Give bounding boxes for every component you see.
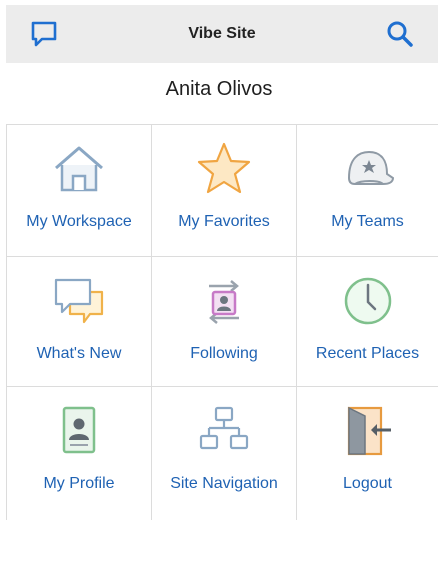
tile-label: Logout <box>343 475 392 492</box>
tile-label: Site Navigation <box>170 475 278 492</box>
tile-label: Following <box>190 345 258 362</box>
search-icon[interactable] <box>384 18 416 50</box>
tile-label: Recent Places <box>315 345 420 362</box>
app-title: Vibe Site <box>188 25 256 42</box>
tile-label: My Teams <box>331 213 404 230</box>
home-icon <box>49 139 109 199</box>
tile-my-profile[interactable]: My Profile <box>6 387 152 520</box>
tile-following[interactable]: Following <box>152 257 297 387</box>
user-name: Anita Olivos <box>165 78 273 100</box>
tile-whats-new[interactable]: What's New <box>6 257 152 387</box>
tile-my-teams[interactable]: My Teams <box>297 125 438 257</box>
sitemap-icon <box>194 401 254 461</box>
top-bar: Vibe Site <box>6 5 438 63</box>
tile-recent-places[interactable]: Recent Places <box>297 257 438 387</box>
tile-logout[interactable]: Logout <box>297 387 438 520</box>
logout-door-icon <box>338 401 398 461</box>
menu-grid: My Workspace My Favorites My Teams What'… <box>6 124 438 520</box>
team-cap-icon <box>338 139 398 199</box>
tile-label: My Favorites <box>178 213 270 230</box>
tile-label: What's New <box>36 345 122 362</box>
chat-icon[interactable] <box>28 18 60 50</box>
tile-site-navigation[interactable]: Site Navigation <box>152 387 297 520</box>
star-icon <box>194 139 254 199</box>
tile-my-workspace[interactable]: My Workspace <box>6 125 152 257</box>
clock-icon <box>338 271 398 331</box>
tile-label: My Profile <box>43 475 115 492</box>
following-icon <box>194 271 254 331</box>
tile-my-favorites[interactable]: My Favorites <box>152 125 297 257</box>
tile-label: My Workspace <box>26 213 132 230</box>
chat-bubbles-icon <box>49 271 109 331</box>
profile-card-icon <box>49 401 109 461</box>
